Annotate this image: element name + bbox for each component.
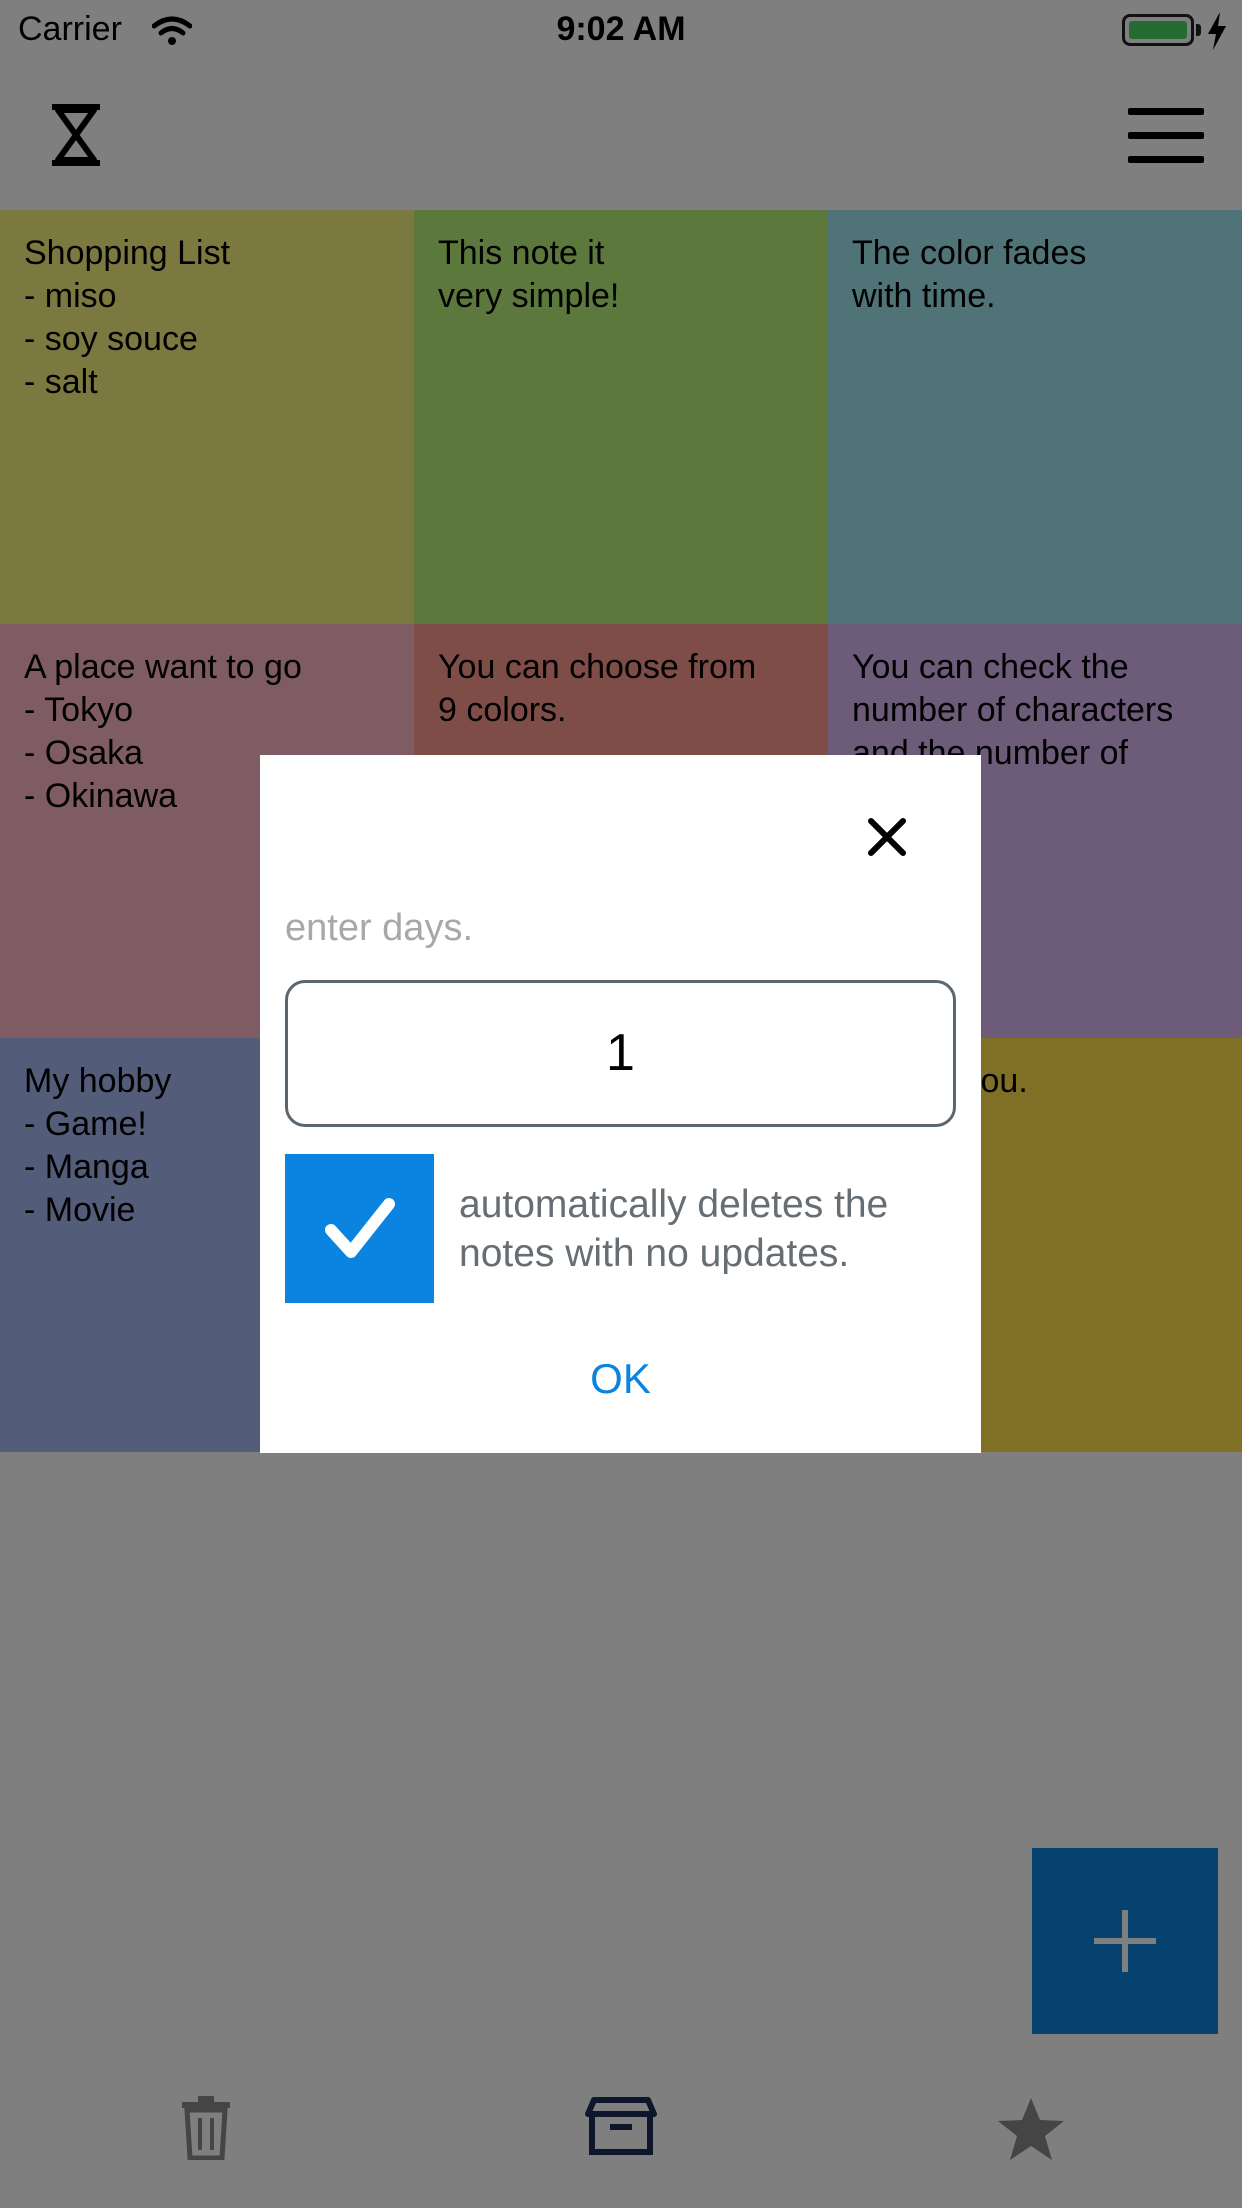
days-input[interactable]: 1 <box>285 980 956 1127</box>
auto-delete-label: automatically deletes the notes with no … <box>459 1183 889 1275</box>
auto-delete-checkbox[interactable] <box>285 1154 434 1303</box>
days-label: enter days. <box>285 907 473 949</box>
checkmark-icon <box>325 1198 395 1258</box>
auto-delete-dialog: enter days. 1 automatically deletes the … <box>260 755 981 1453</box>
ok-button[interactable]: OK <box>260 1355 981 1403</box>
close-icon[interactable] <box>857 807 917 867</box>
